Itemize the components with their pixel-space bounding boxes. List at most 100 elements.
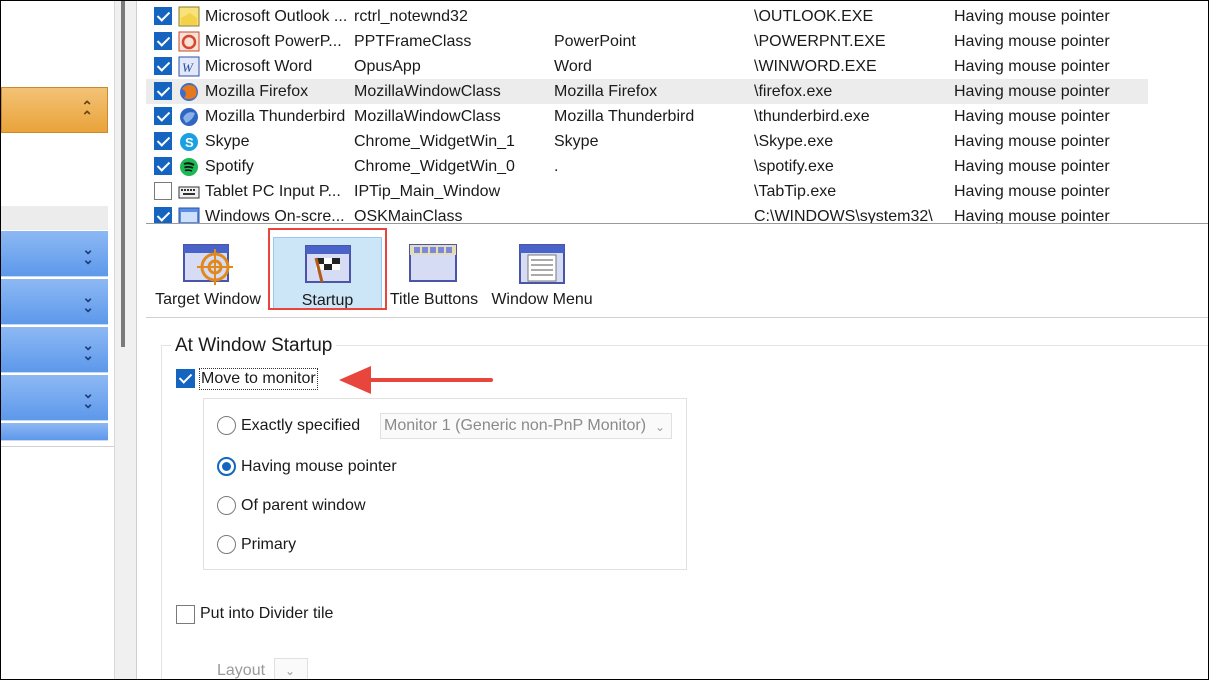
row-checkbox[interactable] xyxy=(154,182,172,200)
chevron-down-icon[interactable]: ⌄ ⌄ xyxy=(82,242,94,266)
cell-monitor: Having mouse pointer xyxy=(954,8,1110,25)
cell-title: Word xyxy=(554,58,592,75)
sidebar-section-expanded[interactable]: ⌃ ⌃ xyxy=(1,87,108,133)
row-checkbox[interactable] xyxy=(154,82,172,100)
cell-exe: C:\WINDOWS\system32\ xyxy=(754,208,933,224)
cell-exe: \thunderbird.exe xyxy=(754,108,870,125)
radio-of-parent-window[interactable] xyxy=(217,496,236,515)
radio-primary-label[interactable]: Primary xyxy=(241,535,296,555)
scrollbar-thumb[interactable] xyxy=(121,1,125,347)
title-buttons-icon xyxy=(409,244,457,282)
cell-exe: \TabTip.exe xyxy=(754,183,837,200)
chevron-down-icon: ⌄ xyxy=(285,664,296,678)
cell-name: Windows On-scre... xyxy=(205,208,345,224)
cell-title: Skype xyxy=(554,133,599,150)
cell-title: . xyxy=(554,158,559,175)
sidebar-section-3[interactable]: ⌄ ⌄ xyxy=(1,327,108,373)
spotify-icon xyxy=(178,156,200,177)
tab-bar: Target Window Startup Title Buttons Wind… xyxy=(146,225,1208,318)
cell-name: Microsoft PowerP... xyxy=(205,33,342,50)
cell-class: OpusApp xyxy=(354,58,421,75)
move-to-monitor-checkbox[interactable] xyxy=(176,369,195,388)
tab-window-menu[interactable]: Window Menu xyxy=(489,237,595,309)
cell-name: Spotify xyxy=(205,158,254,175)
layout-label: Layout xyxy=(217,662,266,679)
row-checkbox[interactable] xyxy=(154,7,172,25)
cell-exe: \OUTLOOK.EXE xyxy=(754,8,874,25)
cell-title: PowerPoint xyxy=(554,33,636,50)
move-to-monitor-label[interactable]: Move to monitor xyxy=(199,368,318,390)
radio-exactly-specified-label[interactable]: Exactly specified xyxy=(241,416,360,436)
table-row[interactable]: W Microsoft Word OpusApp Word \WINWORD.EXE Ha… xyxy=(146,54,1148,79)
chevron-up-icon[interactable]: ⌃ ⌃ xyxy=(81,99,93,123)
cell-name: Mozilla Firefox xyxy=(205,83,309,100)
cell-monitor: Having mouse pointer xyxy=(954,133,1110,150)
outlook-note-icon xyxy=(178,6,200,27)
cell-monitor: Having mouse pointer xyxy=(954,183,1110,200)
sidebar-section-5[interactable] xyxy=(1,423,108,441)
row-checkbox[interactable] xyxy=(154,132,172,150)
tab-label: Window Menu xyxy=(491,291,593,308)
table-row[interactable]: Tablet PC Input P... IPTip_Main_Window \Ta… xyxy=(146,179,1148,204)
cell-exe: \spotify.exe xyxy=(754,158,834,175)
svg-text:S: S xyxy=(185,135,194,150)
onscreen-keyboard-icon xyxy=(178,206,200,223)
table-row[interactable]: Microsoft PowerP... PPTFrameClass PowerPoi… xyxy=(146,29,1148,54)
cell-monitor: Having mouse pointer xyxy=(954,83,1110,100)
table-row[interactable]: S Skype Chrome_WidgetWin_1 Skype \Skype.exe H… xyxy=(146,129,1148,154)
sidebar-section-2[interactable]: ⌄ ⌄ xyxy=(1,279,108,325)
cell-class: Chrome_WidgetWin_1 xyxy=(354,133,515,150)
chevron-down-icon[interactable]: ⌄ ⌄ xyxy=(82,338,94,362)
radio-having-mouse-pointer[interactable] xyxy=(217,457,236,476)
row-checkbox[interactable] xyxy=(154,207,172,223)
cell-class: OSKMainClass xyxy=(354,208,463,224)
cell-class: PPTFrameClass xyxy=(354,33,472,50)
sidebar-subheader xyxy=(1,206,108,230)
chevron-down-icon: ⌄ xyxy=(654,420,665,434)
thunderbird-icon xyxy=(178,106,200,127)
layout-select[interactable]: ⌄ xyxy=(274,658,308,679)
cell-title: Mozilla Thunderbird xyxy=(554,108,695,125)
firefox-icon xyxy=(178,81,200,102)
row-checkbox[interactable] xyxy=(154,157,172,175)
cell-monitor: Having mouse pointer xyxy=(954,158,1110,175)
cell-name: Mozilla Thunderbird xyxy=(205,108,346,125)
tab-title-buttons[interactable]: Title Buttons xyxy=(389,237,479,309)
cell-monitor: Having mouse pointer xyxy=(954,33,1110,50)
radio-having-mouse-pointer-label[interactable]: Having mouse pointer xyxy=(241,457,397,477)
radio-of-parent-window-label[interactable]: Of parent window xyxy=(241,496,366,516)
table-row[interactable]: Mozilla Thunderbird MozillaWindowClass Moz… xyxy=(146,104,1148,129)
table-row[interactable]: Microsoft Outlook ... rctrl_notewnd32 \OUT… xyxy=(146,4,1148,29)
row-checkbox[interactable] xyxy=(154,32,172,50)
svg-text:W: W xyxy=(182,60,194,75)
table-row[interactable]: Mozilla Firefox MozillaWindowClass Mozilla… xyxy=(146,79,1148,104)
cell-class: Chrome_WidgetWin_0 xyxy=(354,158,515,175)
row-checkbox[interactable] xyxy=(154,57,172,75)
cell-exe: \WINWORD.EXE xyxy=(754,58,877,75)
row-checkbox[interactable] xyxy=(154,107,172,125)
cell-monitor: Having mouse pointer xyxy=(954,58,1110,75)
table-row[interactable]: Spotify Chrome_WidgetWin_0. \spotify.exe Ha… xyxy=(146,154,1148,179)
divider-tile-checkbox[interactable] xyxy=(176,605,195,624)
word-icon: W xyxy=(178,56,200,77)
chevron-down-icon[interactable]: ⌄ ⌄ xyxy=(82,290,94,314)
chevron-down-icon[interactable]: ⌄ ⌄ xyxy=(82,386,94,410)
tab-label: Target Window xyxy=(155,291,261,308)
divider-tile-label[interactable]: Put into Divider tile xyxy=(200,604,333,624)
radio-primary[interactable] xyxy=(217,535,236,554)
skype-icon: S xyxy=(178,131,200,152)
monitor-select[interactable]: Monitor 1 (Generic non-PnP Monitor) ⌄ xyxy=(380,413,672,439)
table-row[interactable]: Windows On-scre... OSKMainClass C:\WINDOWS… xyxy=(146,204,1148,224)
cell-name: Microsoft Outlook ... xyxy=(205,8,348,25)
cell-class: MozillaWindowClass xyxy=(354,83,501,100)
cell-title: Mozilla Firefox xyxy=(554,83,658,100)
window-menu-icon xyxy=(519,244,565,284)
sidebar-scrollbar[interactable] xyxy=(114,1,137,679)
tab-target-window[interactable]: Target Window xyxy=(153,237,263,309)
group-title: At Window Startup xyxy=(171,334,337,358)
radio-exactly-specified[interactable] xyxy=(217,416,236,435)
startup-highlight-box xyxy=(268,228,387,310)
sidebar-section-1[interactable]: ⌄ ⌄ xyxy=(1,231,108,277)
target-window-icon xyxy=(183,244,233,285)
sidebar-section-4[interactable]: ⌄ ⌄ xyxy=(1,375,108,421)
